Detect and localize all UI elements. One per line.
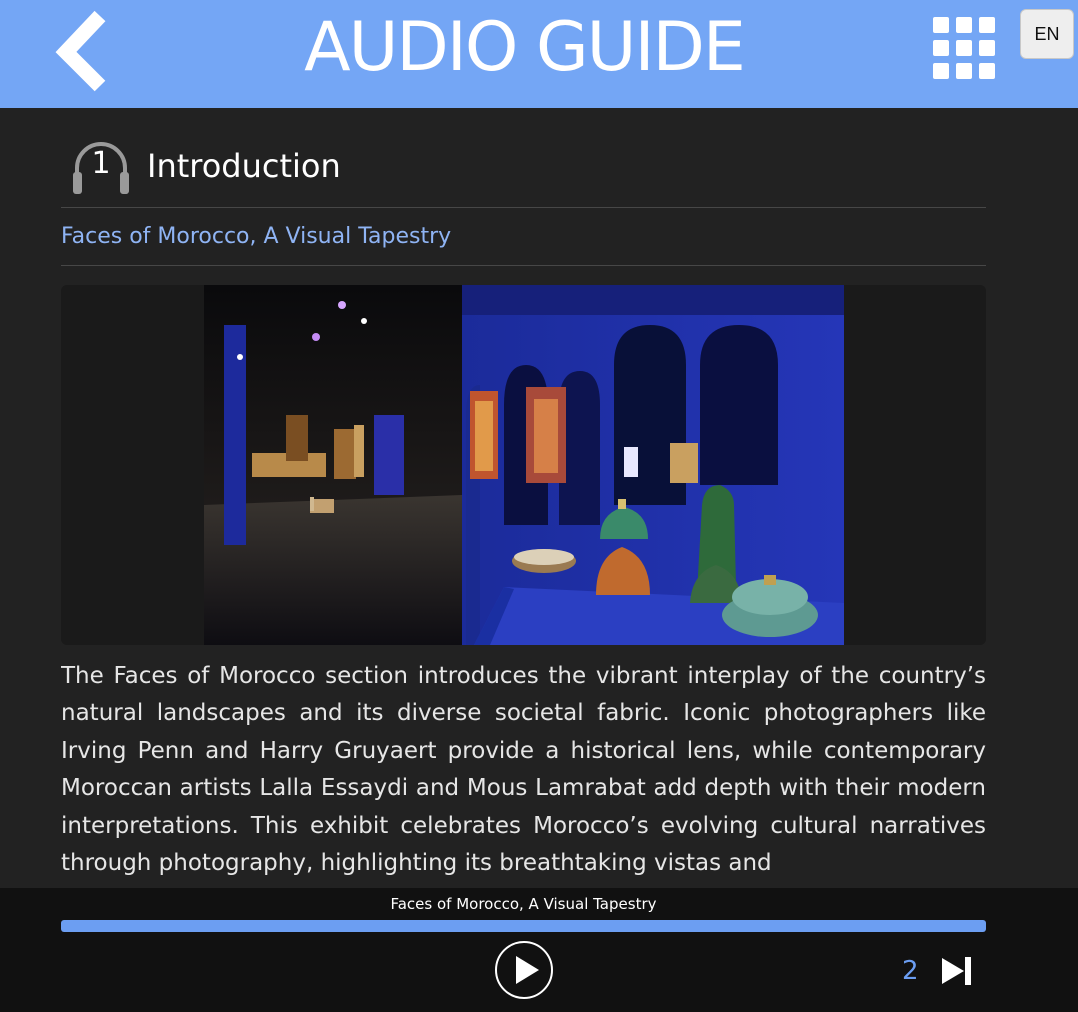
grid-icon — [933, 17, 995, 79]
audio-player: Faces of Morocco, A Visual Tapestry 2 — [0, 888, 1078, 1012]
gallery-photo — [204, 285, 844, 645]
divider — [61, 207, 986, 208]
exhibition-subtitle[interactable]: Faces of Morocco, A Visual Tapestry — [61, 220, 451, 254]
stop-image-frame — [61, 285, 986, 645]
stop-title: Introduction — [147, 147, 341, 185]
divider — [61, 265, 986, 266]
stop-description: The Faces of Morocco section introduces … — [61, 663, 986, 877]
progress-bar[interactable] — [61, 920, 986, 932]
stop-heading: 1 Introduction — [61, 134, 986, 198]
progress-fill — [61, 920, 986, 932]
menu-grid-button[interactable] — [932, 16, 996, 80]
play-button[interactable] — [494, 940, 554, 1000]
page-title: AUDIO GUIDE — [304, 8, 746, 87]
next-button[interactable] — [940, 956, 974, 986]
play-icon — [495, 941, 553, 999]
header-bar: AUDIO GUIDE EN — [0, 0, 1078, 108]
language-button[interactable]: EN — [1020, 9, 1074, 59]
stop-number: 1 — [91, 146, 111, 181]
now-playing-title: Faces of Morocco, A Visual Tapestry — [390, 895, 657, 913]
skip-next-icon — [942, 957, 971, 985]
next-stop-number: 2 — [902, 956, 919, 986]
